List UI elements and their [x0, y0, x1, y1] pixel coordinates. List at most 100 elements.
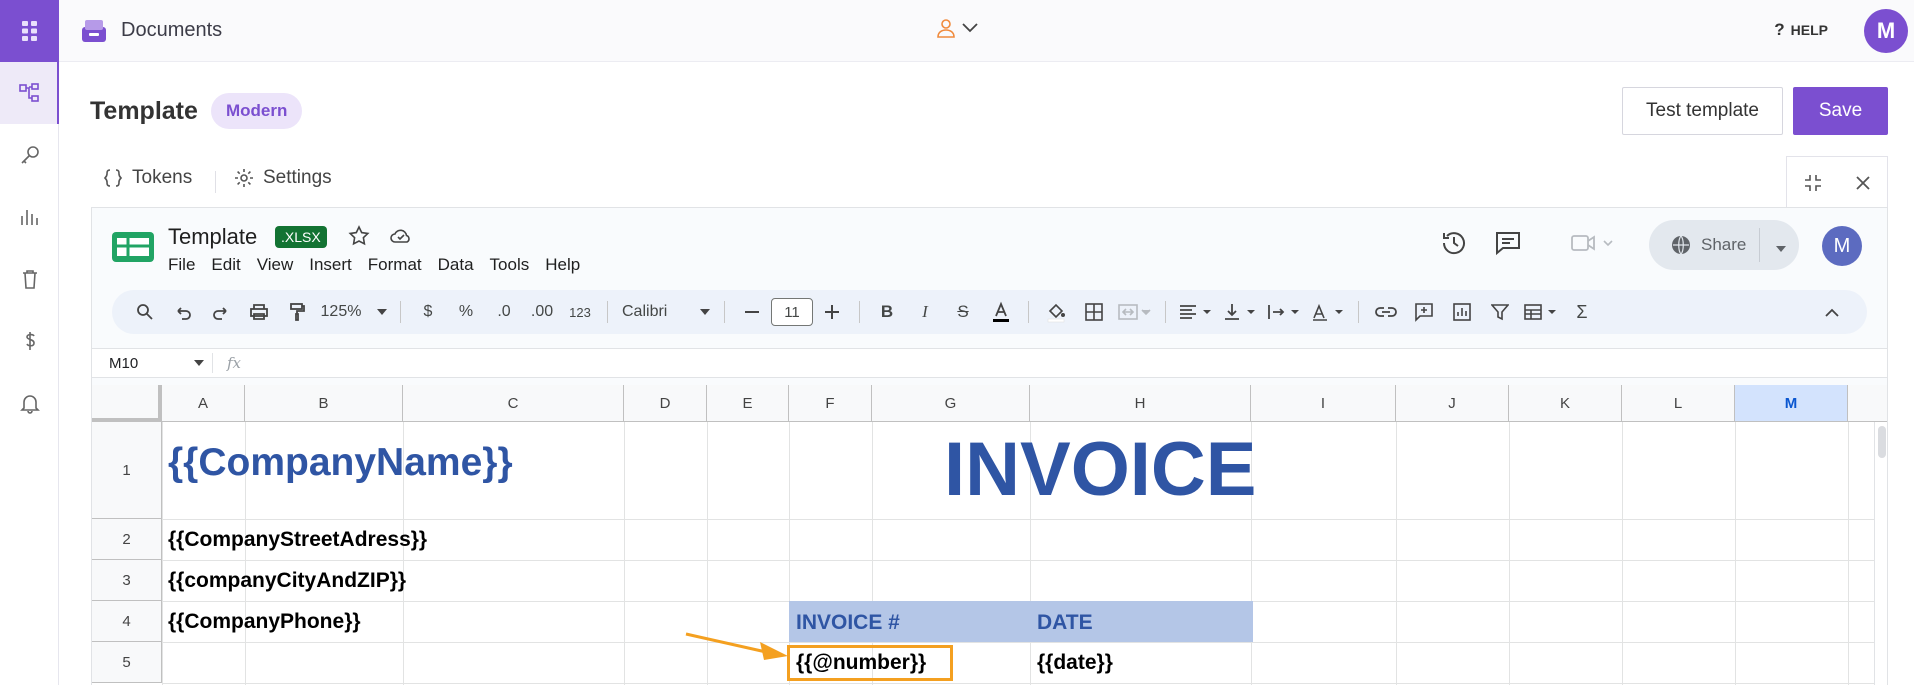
cell-a1[interactable]: {{CompanyName}} — [168, 441, 513, 485]
help-link[interactable]: ? HELP — [1774, 20, 1828, 40]
text-color-icon[interactable] — [982, 297, 1020, 327]
history-icon[interactable] — [1440, 229, 1468, 262]
row-header-4[interactable]: 4 — [92, 601, 162, 642]
column-header-b[interactable]: B — [245, 385, 403, 422]
increase-decimal-button[interactable]: .00 — [523, 297, 561, 327]
comments-icon[interactable] — [1494, 230, 1522, 261]
column-header-k[interactable]: K — [1509, 385, 1622, 422]
tab-divider — [215, 171, 216, 193]
close-icon[interactable] — [1855, 175, 1871, 191]
collapse-toolbar-icon[interactable] — [1813, 297, 1851, 327]
print-icon[interactable] — [240, 297, 278, 327]
column-header-i[interactable]: I — [1251, 385, 1396, 422]
menu-insert[interactable]: Insert — [309, 255, 352, 275]
borders-icon[interactable] — [1075, 297, 1113, 327]
filter-views-icon[interactable] — [1519, 297, 1563, 327]
share-dropdown-icon[interactable] — [1775, 240, 1787, 258]
annotation-arrow-icon — [685, 632, 788, 660]
row-header-3[interactable]: 3 — [92, 560, 162, 601]
column-header-e[interactable]: E — [707, 385, 789, 422]
cell-a4[interactable]: {{CompanyPhone}} — [168, 610, 361, 634]
collapse-icon[interactable] — [1803, 173, 1823, 193]
column-header-d[interactable]: D — [624, 385, 707, 422]
cell-a3[interactable]: {{companyCityAndZIP}} — [168, 569, 406, 593]
bold-icon[interactable]: B — [868, 297, 906, 327]
cell-g1[interactable]: INVOICE — [944, 426, 1257, 513]
nav-keys[interactable] — [0, 124, 59, 186]
column-header-l[interactable]: L — [1622, 385, 1735, 422]
decrease-decimal-button[interactable]: .0 — [485, 297, 523, 327]
cell-h5[interactable]: {{date}} — [1037, 651, 1113, 675]
italic-icon[interactable]: I — [906, 297, 944, 327]
font-size-input[interactable]: 11 — [771, 298, 813, 326]
horizontal-align-icon[interactable] — [1174, 297, 1218, 327]
sheets-user-avatar[interactable]: M — [1822, 226, 1862, 266]
star-icon[interactable] — [348, 225, 370, 252]
column-header-h[interactable]: H — [1030, 385, 1251, 422]
row-header-1[interactable]: 1 — [92, 422, 162, 519]
test-template-button[interactable]: Test template — [1622, 87, 1783, 135]
insert-chart-icon[interactable] — [1443, 297, 1481, 327]
fill-color-icon[interactable] — [1037, 297, 1075, 327]
functions-icon[interactable]: Σ — [1563, 297, 1601, 327]
insert-comment-icon[interactable] — [1405, 297, 1443, 327]
text-rotation-icon[interactable] — [1306, 297, 1350, 327]
font-size-decrease-icon[interactable] — [733, 297, 771, 327]
paint-format-icon[interactable] — [278, 297, 316, 327]
menu-file[interactable]: File — [168, 255, 195, 275]
redo-icon[interactable] — [202, 297, 240, 327]
app-grid-button[interactable] — [0, 0, 59, 62]
nav-analytics[interactable] — [0, 186, 59, 248]
undo-icon[interactable] — [164, 297, 202, 327]
save-button[interactable]: Save — [1793, 87, 1888, 135]
menu-tools[interactable]: Tools — [490, 255, 530, 275]
menu-help[interactable]: Help — [545, 255, 580, 275]
menu-edit[interactable]: Edit — [211, 255, 240, 275]
font-size-increase-icon[interactable] — [813, 297, 851, 327]
column-header-m[interactable]: M — [1735, 385, 1848, 422]
currency-format-button[interactable]: $ — [409, 297, 447, 327]
column-header-g[interactable]: G — [872, 385, 1030, 422]
menu-view[interactable]: View — [257, 255, 294, 275]
cell-a2[interactable]: {{CompanyStreetAdress}} — [168, 528, 427, 552]
nav-templates[interactable] — [0, 62, 59, 124]
text-wrapping-icon[interactable] — [1262, 297, 1306, 327]
menu-data[interactable]: Data — [438, 255, 474, 275]
nav-billing[interactable] — [0, 310, 59, 372]
cloud-sync-icon[interactable] — [389, 225, 413, 252]
tab-tokens[interactable]: Tokens — [102, 167, 192, 189]
tab-settings[interactable]: Settings — [233, 167, 332, 189]
vertical-align-icon[interactable] — [1218, 297, 1262, 327]
cell-f4[interactable]: INVOICE # — [796, 611, 900, 635]
insert-link-icon[interactable] — [1367, 297, 1405, 327]
nav-notifications[interactable] — [0, 372, 59, 434]
row-header-5[interactable]: 5 — [92, 642, 162, 683]
cell-f5[interactable]: {{@number}} — [796, 651, 926, 675]
vertical-scrollbar[interactable] — [1874, 422, 1887, 685]
number-format-button[interactable]: 123 — [561, 297, 599, 327]
strikethrough-icon[interactable]: S — [944, 297, 982, 327]
account-switcher[interactable] — [936, 17, 978, 39]
column-header-c[interactable]: C — [403, 385, 624, 422]
meet-icon[interactable] — [1570, 232, 1614, 259]
font-select[interactable]: Calibri — [616, 297, 716, 327]
formula-input[interactable] — [241, 349, 1887, 377]
filter-icon[interactable] — [1481, 297, 1519, 327]
column-header-j[interactable]: J — [1396, 385, 1509, 422]
row-header-2[interactable]: 2 — [92, 519, 162, 560]
document-title[interactable]: Template — [168, 224, 257, 250]
search-icon[interactable] — [126, 297, 164, 327]
nav-trash[interactable] — [0, 248, 59, 310]
select-all-corner[interactable] — [92, 385, 162, 422]
zoom-select[interactable]: 125% — [316, 297, 392, 327]
percent-format-button[interactable]: % — [447, 297, 485, 327]
name-box[interactable]: M10 — [92, 355, 212, 372]
question-icon: ? — [1774, 20, 1785, 39]
user-avatar[interactable]: M — [1864, 9, 1908, 53]
menu-format[interactable]: Format — [368, 255, 422, 275]
column-header-a[interactable]: A — [162, 385, 245, 422]
cell-h4[interactable]: DATE — [1037, 611, 1093, 635]
merge-cells-icon[interactable] — [1113, 297, 1157, 327]
column-header-f[interactable]: F — [789, 385, 872, 422]
scrollbar-thumb[interactable] — [1878, 426, 1886, 458]
